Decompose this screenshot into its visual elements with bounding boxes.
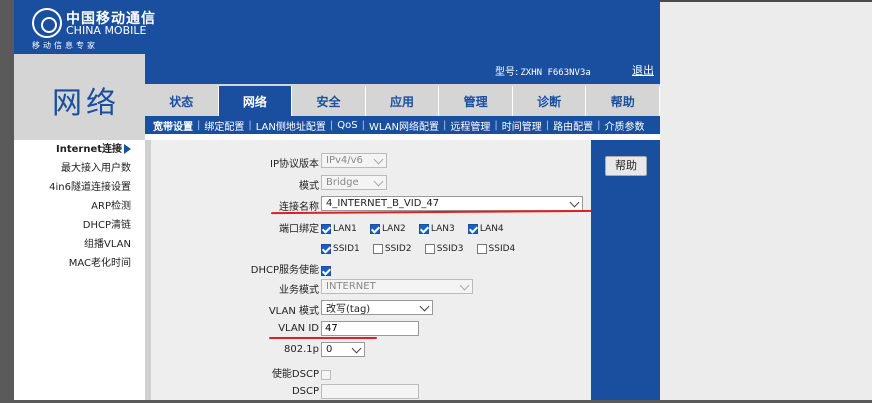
chevron-down-icon [459, 280, 470, 290]
logout-link[interactable]: 退出 [632, 62, 654, 78]
model-value: ZXHN F663NV3a [520, 68, 591, 78]
vlan-id-label: VLAN ID [278, 323, 319, 334]
sidebar-item-max-users[interactable]: 最大接入用户数 [14, 159, 145, 178]
model-info: 型号: ZXHN F663NV3a [495, 63, 591, 78]
lan2-checkbox[interactable]: LAN2 [369, 224, 406, 234]
dhcp-label: DHCP服务使能 [250, 265, 319, 276]
help-button[interactable]: 帮助 [605, 156, 647, 176]
tab-diagnosis[interactable]: 诊断 [512, 86, 587, 116]
p8021-select[interactable]: 0 [321, 342, 365, 357]
dscp-enable-label: 使能DSCP [271, 369, 319, 380]
desktop-background [660, 0, 872, 400]
tab-help[interactable]: 帮助 [586, 86, 661, 116]
section-brand: 网络 [14, 54, 145, 140]
router-admin-page: 中国移动通信 CHINA MOBILE 移动信息专家 网络 型号: ZXHN F6… [14, 0, 661, 403]
dscp-enable-checkbox[interactable] [321, 370, 333, 380]
ip-version-select[interactable]: IPv4/v6 [321, 153, 387, 168]
chevron-down-icon [373, 176, 384, 186]
vlan-id-input[interactable]: 47 [321, 321, 419, 336]
ssid4-checkbox[interactable]: SSID4 [476, 244, 515, 254]
top-strip [660, 0, 872, 2]
row-dscp: DSCP [151, 383, 597, 403]
subnav-binding[interactable]: 绑定配置 [202, 118, 246, 133]
tab-application[interactable]: 应用 [365, 86, 440, 116]
row-dhcp: DHCP服务使能 [151, 258, 597, 278]
brand-slogan: 移动信息专家 [32, 41, 98, 50]
sub-navigation: 宽带设置 | 绑定配置 | LAN侧地址配置 | QoS | WLAN网络配置 | 远程管… [145, 116, 660, 134]
subnav-qos[interactable]: QoS [335, 120, 359, 131]
row-service-mode: 业务模式 INTERNET [151, 278, 597, 298]
port-bind-label: 端口绑定 [279, 224, 319, 235]
subnav-remote[interactable]: 远程管理 [448, 118, 492, 133]
section-title: 网络 [52, 86, 120, 121]
annotation-underline-vlan [269, 337, 377, 339]
tab-network[interactable]: 网络 [218, 86, 293, 116]
row-vlan-mode: VLAN 模式 改写(tag) [151, 299, 597, 319]
lan4-checkbox[interactable]: LAN4 [467, 224, 504, 234]
row-ssid-bind: SSID1 SSID2 SSID3 SSID4 [151, 237, 597, 257]
tab-status[interactable]: 状态 [145, 86, 219, 116]
tab-security[interactable]: 安全 [292, 86, 366, 116]
sidebar-item-internet[interactable]: Internet连接 [14, 140, 145, 159]
brand-en: CHINA MOBILE [66, 24, 147, 37]
p8021-label: 802.1p [284, 344, 319, 355]
lan1-checkbox[interactable]: LAN1 [321, 224, 357, 234]
arrow-right-icon [124, 144, 131, 154]
sidebar: Internet连接 最大接入用户数 4in6隧道连接设置 ARP检测 DHCP… [14, 140, 145, 273]
ssid1-checkbox[interactable]: SSID1 [321, 244, 360, 254]
sidebar-item-arp[interactable]: ARP检测 [14, 197, 145, 216]
row-dscp-enable: 使能DSCP [151, 362, 597, 382]
ssid3-checkbox[interactable]: SSID3 [424, 244, 463, 254]
sidebar-item-mac-aging[interactable]: MAC老化时间 [14, 254, 145, 273]
chevron-down-icon [351, 343, 362, 353]
sidebar-item-multicast-vlan[interactable]: 组播VLAN [14, 235, 145, 254]
vlan-mode-select[interactable]: 改写(tag) [321, 300, 433, 315]
lan3-checkbox[interactable]: LAN3 [418, 224, 455, 234]
header-bar: 型号: ZXHN F663NV3a 退出 [145, 54, 660, 84]
subnav-lan-address[interactable]: LAN侧地址配置 [254, 118, 328, 133]
row-8021p: 802.1p 0 [151, 341, 597, 361]
chevron-down-icon [373, 154, 384, 164]
subnav-time[interactable]: 时间管理 [500, 118, 544, 133]
chevron-down-icon [419, 301, 430, 311]
dscp-label: DSCP [291, 386, 319, 397]
row-port-bind: 端口绑定 LAN1 LAN2 LAN3 LAN4 [151, 217, 597, 237]
dhcp-checkbox[interactable] [321, 266, 333, 276]
main-tabs: 状态 网络 安全 应用 管理 诊断 帮助 [145, 84, 661, 116]
sidebar-item-dhcp[interactable]: DHCP清链 [14, 216, 145, 235]
mode-select[interactable]: Bridge [321, 175, 387, 190]
sidebar-item-4in6[interactable]: 4in6隧道连接设置 [14, 178, 145, 197]
dscp-input[interactable] [321, 384, 419, 399]
logo-icon [32, 8, 62, 38]
row-ip-version: IP协议版本 IPv4/v6 [151, 152, 597, 172]
vlan-mode-label: VLAN 模式 [268, 306, 319, 317]
conn-name-label: 连接名称 [279, 202, 319, 213]
top-banner: 中国移动通信 CHINA MOBILE 移动信息专家 [14, 0, 660, 54]
row-mode: 模式 Bridge [151, 174, 597, 194]
subnav-media[interactable]: 介质参数 [602, 118, 646, 133]
subnav-route[interactable]: 路由配置 [551, 118, 595, 133]
help-panel: 帮助 [591, 140, 660, 400]
ip-version-label: IP协议版本 [270, 159, 319, 170]
subnav-broadband[interactable]: 宽带设置 [145, 118, 195, 133]
ssid2-checkbox[interactable]: SSID2 [372, 244, 412, 254]
mode-label: 模式 [299, 181, 319, 192]
service-mode-label: 业务模式 [279, 285, 319, 296]
tab-management[interactable]: 管理 [439, 86, 513, 116]
chevron-down-icon [569, 197, 580, 207]
service-mode-select[interactable]: INTERNET [321, 279, 473, 294]
model-label: 型号: [495, 67, 519, 78]
conn-name-select[interactable]: 4_INTERNET_B_VID_47 [321, 196, 583, 211]
form-area: IP协议版本 IPv4/v6 模式 Bridge 连接名称 4_INTERNET… [145, 140, 602, 403]
subnav-wlan[interactable]: WLAN网络配置 [367, 118, 441, 133]
